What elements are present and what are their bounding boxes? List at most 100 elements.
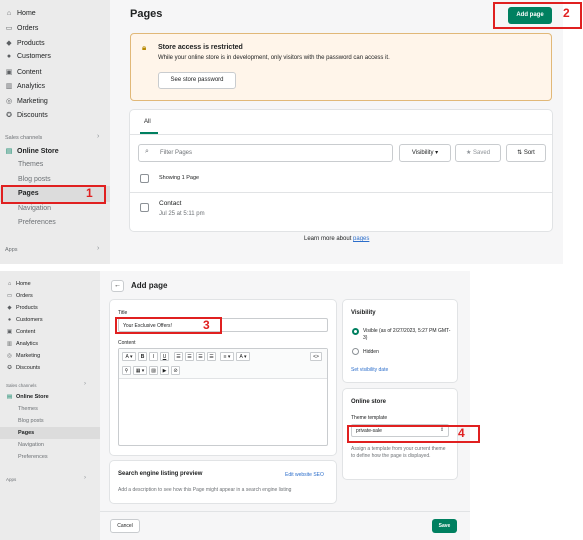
sidebar-item-online-store[interactable]: ▤ Online Store [6,394,49,400]
learn-more-text: Learn more about pages [304,236,370,242]
page-title: Add page [131,281,168,290]
products-icon: ◆ [6,40,12,47]
sidebar-item-content[interactable]: ▣ Content [5,68,42,77]
bullet-list-icon[interactable]: ☰ [174,352,183,361]
table-dropdown[interactable]: ▦ ▾ [133,366,147,375]
indent-icon[interactable]: ☰ [207,352,216,361]
chevron-down-icon: ▾ [435,150,439,156]
annotation-label-3: 3 [203,318,210,332]
store-restricted-banner: 🔒︎ Store access is restricted While your… [130,33,552,101]
sidebar-item-products[interactable]: ◆ Products [6,305,37,311]
align-dropdown[interactable]: ≡ ▾ [220,352,234,361]
sidebar-item-orders[interactable]: ▭ Orders [5,24,39,33]
sidebar-item-analytics[interactable]: ▥ Analytics [5,82,45,91]
filter-pages-input[interactable]: ⌕ Filter Pages [138,144,393,162]
arrow-left-icon: ← [114,282,121,289]
save-button[interactable]: Save [432,519,457,533]
saved-button[interactable]: ★ Saved [455,144,501,162]
tab-all[interactable]: All [144,119,151,125]
hidden-label: Hidden [363,349,379,355]
chevron-right-icon[interactable]: › [97,245,99,252]
showing-count: Showing 1 Page [159,175,200,181]
font-style-dropdown[interactable]: A ▾ [122,352,136,361]
seo-title: Search engine listing preview [118,471,203,477]
discounts-icon: ✪ [7,365,12,371]
sidebar-item-home[interactable]: ⌂ Home [5,10,36,17]
text-color-dropdown[interactable]: A ▾ [236,352,250,361]
sidebar-item-navigation[interactable]: Navigation [18,205,51,212]
page-title-cell[interactable]: Contact [159,200,181,207]
underline-icon[interactable]: U [160,352,169,361]
sidebar-item-marketing[interactable]: ◎ Marketing [5,97,48,106]
select-all-checkbox[interactable] [140,174,149,183]
italic-icon[interactable]: I [149,352,158,361]
search-icon: ⌕ [145,148,149,155]
video-icon[interactable]: ▶ [160,366,169,375]
numbered-list-icon[interactable]: ☰ [185,352,194,361]
sidebar-item-themes[interactable]: Themes [18,161,43,168]
chevron-right-icon[interactable]: › [84,475,86,481]
sidebar-item-preferences[interactable]: Preferences [18,219,56,226]
see-store-password-button[interactable]: See store password [158,72,236,89]
banner-title: Store access is restricted [158,44,243,51]
sidebar-item-preferences[interactable]: Preferences [18,454,48,460]
active-item-highlight [0,427,100,439]
sidebar-item-content[interactable]: ▣ Content [6,329,35,335]
table-row[interactable]: Contact Jul 25 at 5:11 pm [130,193,552,223]
sidebar-item-online-store[interactable]: ▤ Online Store [5,147,59,156]
sidebar-item-customers[interactable]: ● Customers [6,317,43,323]
show-html-icon[interactable]: <> [310,352,322,361]
hidden-radio[interactable] [352,348,359,355]
sort-icon: ⇅ [517,150,523,156]
clear-format-icon[interactable]: ⊘ [171,366,180,375]
sidebar-item-home[interactable]: ⌂ Home [6,281,31,287]
divider [100,511,470,512]
sidebar-item-analytics[interactable]: ▥ Analytics [6,341,38,347]
visible-radio[interactable] [352,328,359,335]
bold-icon[interactable]: B [138,352,147,361]
page-title: Pages [130,8,163,20]
sidebar-item-navigation[interactable]: Navigation [18,442,44,448]
cancel-button[interactable]: Cancel [110,519,140,533]
chevron-right-icon[interactable]: › [97,133,99,140]
sidebar-item-marketing[interactable]: ◎ Marketing [6,353,40,359]
home-icon: ⌂ [6,10,12,17]
sidebar-item-themes[interactable]: Themes [18,406,38,412]
annotation-label-1: 1 [86,186,93,200]
content-editor[interactable]: A ▾ B I U ☰ ☰ ☰ ☰ ≡ ▾ A ▾ <> ⚲ ▦ ▾ ▨ ▶ ⊘ [118,348,328,446]
sidebar-item-pages[interactable]: Pages [18,430,34,436]
content-icon: ▣ [5,69,13,76]
marketing-icon: ◎ [5,98,13,105]
back-arrow-button[interactable]: ← [111,280,124,292]
edit-seo-link[interactable]: Edit website SEO [285,472,324,478]
pages-link[interactable]: pages [353,236,369,242]
annotation-label-4: 4 [458,426,465,440]
visibility-dropdown[interactable]: Visibility ▾ [399,144,451,162]
products-icon: ◆ [7,305,12,311]
link-icon[interactable]: ⚲ [122,366,131,375]
sidebar-item-blog-posts[interactable]: Blog posts [18,176,51,183]
sales-channels-heading: Sales channels [5,135,43,141]
sidebar-item-discounts[interactable]: ✪ Discounts [5,111,48,120]
sidebar-item-blog-posts[interactable]: Blog posts [18,418,44,424]
outdent-icon[interactable]: ☰ [196,352,205,361]
sidebar-item-customers[interactable]: ● Customers [5,53,51,60]
add-page-screen: ⌂ Home ▭ Orders ◆ Products ● Customers ▣ Cont… [0,271,470,540]
sidebar: ⌂ Home ▭ Orders ◆ Products ● Customers ▣ Cont… [0,271,100,540]
template-help-text: Assign a template from your current them… [351,446,446,459]
visibility-card: Visibility Visible (as of 2/27/2023, 5:2… [343,300,457,382]
apps-heading: Apps [5,247,18,253]
home-icon: ⌂ [7,281,12,287]
row-checkbox[interactable] [140,203,149,212]
sidebar-item-discounts[interactable]: ✪ Discounts [6,365,40,371]
image-icon[interactable]: ▨ [149,366,158,375]
sidebar-item-products[interactable]: ◆ Products [5,39,44,48]
content-label: Content [118,340,136,346]
orders-icon: ▭ [6,293,13,299]
sort-button[interactable]: ⇅ Sort [506,144,546,162]
sidebar-item-orders[interactable]: ▭ Orders [6,293,33,299]
set-visibility-date-link[interactable]: Set visibility date [351,367,388,373]
main-content: Pages Add page 🔒︎ Store access is restri… [110,0,563,264]
store-icon: ▤ [5,148,13,155]
chevron-right-icon[interactable]: › [84,381,86,387]
